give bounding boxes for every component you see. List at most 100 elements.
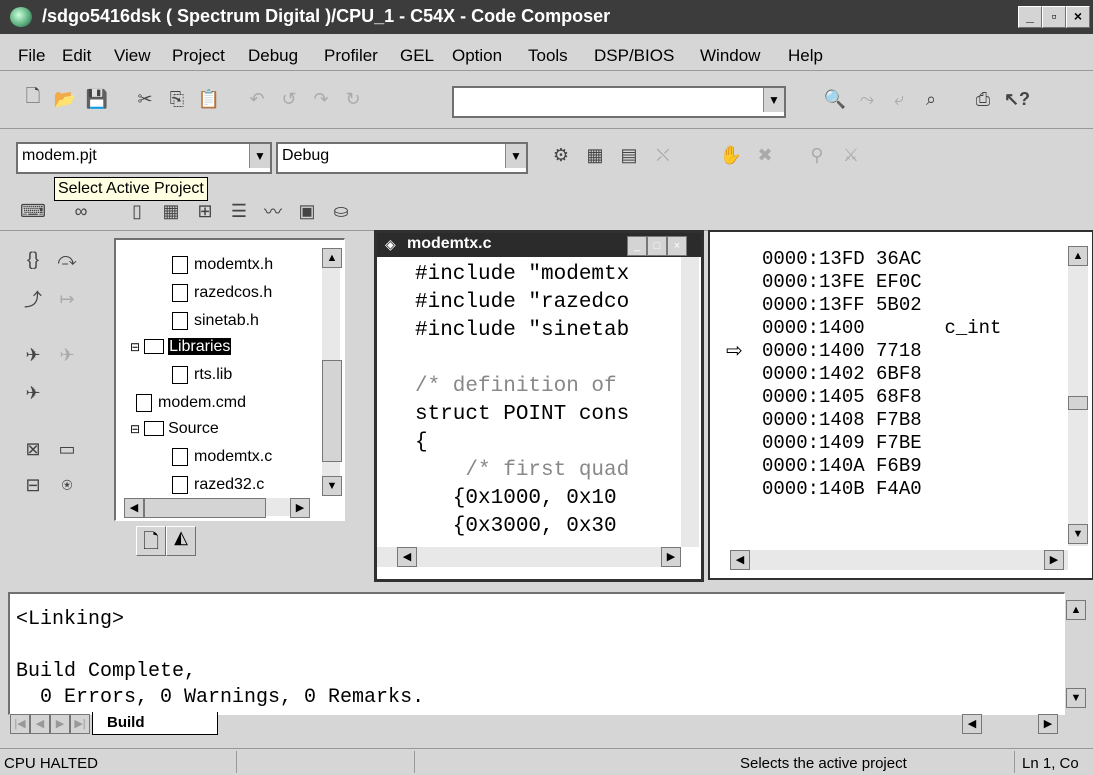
tree-item-modemtx-h[interactable]: modemtx.h (172, 256, 273, 274)
close-button[interactable]: × (1066, 6, 1090, 28)
output-text[interactable]: <Linking> Build Complete, 0 Errors, 0 Wa… (8, 592, 1065, 715)
project-select[interactable]: modem.pjt ▼ (16, 142, 272, 174)
editor-hscrollbar[interactable]: ◀ ▶ (377, 547, 681, 567)
tab-class-view[interactable]: ◭ (166, 526, 196, 556)
editor-minimize-button[interactable]: _ (627, 236, 647, 256)
tree-item-source[interactable]: ⊟ Source (130, 420, 219, 438)
scroll-right-icon[interactable]: ▶ (1038, 714, 1058, 734)
tree-vscrollbar[interactable]: ▲ ▼ (322, 248, 342, 496)
breakpoint-icon[interactable]: ✋ (718, 142, 744, 168)
redo-icon[interactable]: ↷ (308, 86, 334, 112)
find-icon[interactable]: 🔍 (822, 86, 848, 112)
minimize-button[interactable]: _ (1018, 6, 1042, 28)
find-next-icon[interactable]: ⤳ (854, 86, 880, 112)
scroll-left-icon[interactable]: ◀ (962, 714, 982, 734)
open-file-icon[interactable]: 📂 (52, 86, 78, 112)
probe-icon[interactable]: ⚲ (804, 142, 830, 168)
stack-icon[interactable]: ☰ (226, 198, 252, 224)
scroll-down-icon[interactable]: ▼ (1068, 524, 1088, 544)
scroll-left-icon[interactable]: ◀ (730, 550, 750, 570)
scroll-right-icon[interactable]: ▶ (290, 498, 310, 518)
editor-maximize-button[interactable]: □ (647, 236, 667, 256)
disassembly-window-icon[interactable]: ⍟ (54, 472, 80, 498)
scroll-up-icon[interactable]: ▲ (1066, 600, 1086, 620)
remove-breakpoints-icon[interactable]: ✖ (752, 142, 778, 168)
chevron-down-icon[interactable]: ▼ (505, 144, 526, 168)
watch-window-icon[interactable]: ⊠ (20, 436, 46, 462)
copy-icon[interactable]: ⎘ (164, 86, 190, 112)
tree-item-modem-cmd[interactable]: modem.cmd (136, 394, 246, 412)
scroll-up-icon[interactable]: ▲ (322, 248, 342, 268)
memory-icon[interactable]: ▯ (124, 198, 150, 224)
editor-close-button[interactable]: × (667, 236, 687, 256)
menu-project[interactable]: Project (172, 46, 225, 66)
stop-build-icon[interactable]: ⛌ (650, 142, 676, 168)
tab-file-view[interactable]: 🗋 (136, 526, 166, 556)
chevron-down-icon[interactable]: ▼ (763, 88, 784, 112)
redo2-icon[interactable]: ↻ (340, 86, 366, 112)
view-icon[interactable]: ⌨ (20, 198, 46, 224)
image-icon[interactable]: ▣ (294, 198, 320, 224)
scroll-right-icon[interactable]: ▶ (1044, 550, 1064, 570)
tree-item-libraries[interactable]: ⊟ Libraries (130, 338, 232, 356)
registers-window-icon[interactable]: ⊟ (20, 472, 46, 498)
menu-tools[interactable]: Tools (528, 46, 568, 66)
tree-item-razedcos-h[interactable]: razedcos.h (172, 284, 272, 302)
build-icon[interactable]: ▦ (582, 142, 608, 168)
scroll-thumb[interactable] (1068, 396, 1088, 410)
graph-icon[interactable]: 〰 (260, 198, 286, 224)
scroll-thumb[interactable] (144, 498, 266, 518)
scroll-left-icon[interactable]: ◀ (397, 547, 417, 567)
find-prev-icon[interactable]: ⤶ (886, 86, 912, 112)
menu-debug[interactable]: Debug (248, 46, 298, 66)
disasm-hscrollbar[interactable]: ◀ ▶ (730, 550, 1068, 570)
scroll-left-icon[interactable]: ◀ (124, 498, 144, 518)
disasm-icon[interactable]: ⊞ (192, 198, 218, 224)
editor-vscrollbar[interactable] (681, 257, 699, 547)
maximize-button[interactable]: ▫ (1042, 6, 1066, 28)
registers-icon[interactable]: ▦ (158, 198, 184, 224)
watch-icon[interactable]: ∞ (68, 198, 94, 224)
tree-item-razed32-c[interactable]: razed32.c (172, 476, 264, 494)
find-combo[interactable]: ▼ (452, 86, 786, 118)
tree-item-rts-lib[interactable]: rts.lib (172, 366, 232, 384)
menu-file[interactable]: File (18, 46, 45, 66)
menu-gel[interactable]: GEL (400, 46, 434, 66)
tab-build[interactable]: Build (92, 712, 218, 735)
profile-icon[interactable]: ⛀ (328, 198, 354, 224)
tab-first-icon[interactable]: |◀ (10, 714, 30, 734)
step-out-icon[interactable]: ⤴ (20, 286, 46, 312)
tab-next-icon[interactable]: ▶ (50, 714, 70, 734)
menu-edit[interactable]: Edit (62, 46, 91, 66)
scroll-down-icon[interactable]: ▼ (322, 476, 342, 496)
chevron-down-icon[interactable]: ▼ (249, 144, 270, 168)
step-over-icon[interactable]: ⤼ (54, 246, 80, 272)
scroll-down-icon[interactable]: ▼ (1066, 688, 1086, 708)
save-icon[interactable]: 💾 (84, 86, 110, 112)
step-into-icon[interactable]: {} (20, 246, 46, 272)
tree-item-modemtx-c[interactable]: modemtx.c (172, 448, 272, 466)
tab-prev-icon[interactable]: ◀ (30, 714, 50, 734)
remove-probes-icon[interactable]: ⚔ (838, 142, 864, 168)
tree-hscrollbar[interactable]: ◀ ▶ (124, 498, 310, 518)
menu-view[interactable]: View (114, 46, 151, 66)
animate-icon[interactable]: ✈ (20, 380, 46, 406)
menu-window[interactable]: Window (700, 46, 760, 66)
print-icon[interactable]: ⎙ (970, 86, 996, 112)
config-select[interactable]: Debug ▼ (276, 142, 528, 174)
tree-item-sinetab-h[interactable]: sinetab.h (172, 312, 259, 330)
halt-icon[interactable]: ✈ (54, 342, 80, 368)
rebuild-icon[interactable]: ▤ (616, 142, 642, 168)
output-vscrollbar[interactable]: ▲ ▼ (1066, 596, 1086, 712)
tree-expander[interactable]: ⊟ (130, 422, 140, 436)
memory-window-icon[interactable]: ▭ (54, 436, 80, 462)
paste-icon[interactable]: 📋 (196, 86, 222, 112)
find-in-files-icon[interactable]: ⌕ (918, 86, 944, 112)
run-icon[interactable]: ✈ (20, 342, 46, 368)
scroll-right-icon[interactable]: ▶ (661, 547, 681, 567)
menu-profiler[interactable]: Profiler (324, 46, 378, 66)
new-file-icon[interactable]: 🗋 (20, 86, 46, 112)
help-icon[interactable]: ↖? (1004, 86, 1030, 112)
menu-option[interactable]: Option (452, 46, 502, 66)
disasm-vscrollbar[interactable]: ▲ ▼ (1068, 246, 1088, 546)
